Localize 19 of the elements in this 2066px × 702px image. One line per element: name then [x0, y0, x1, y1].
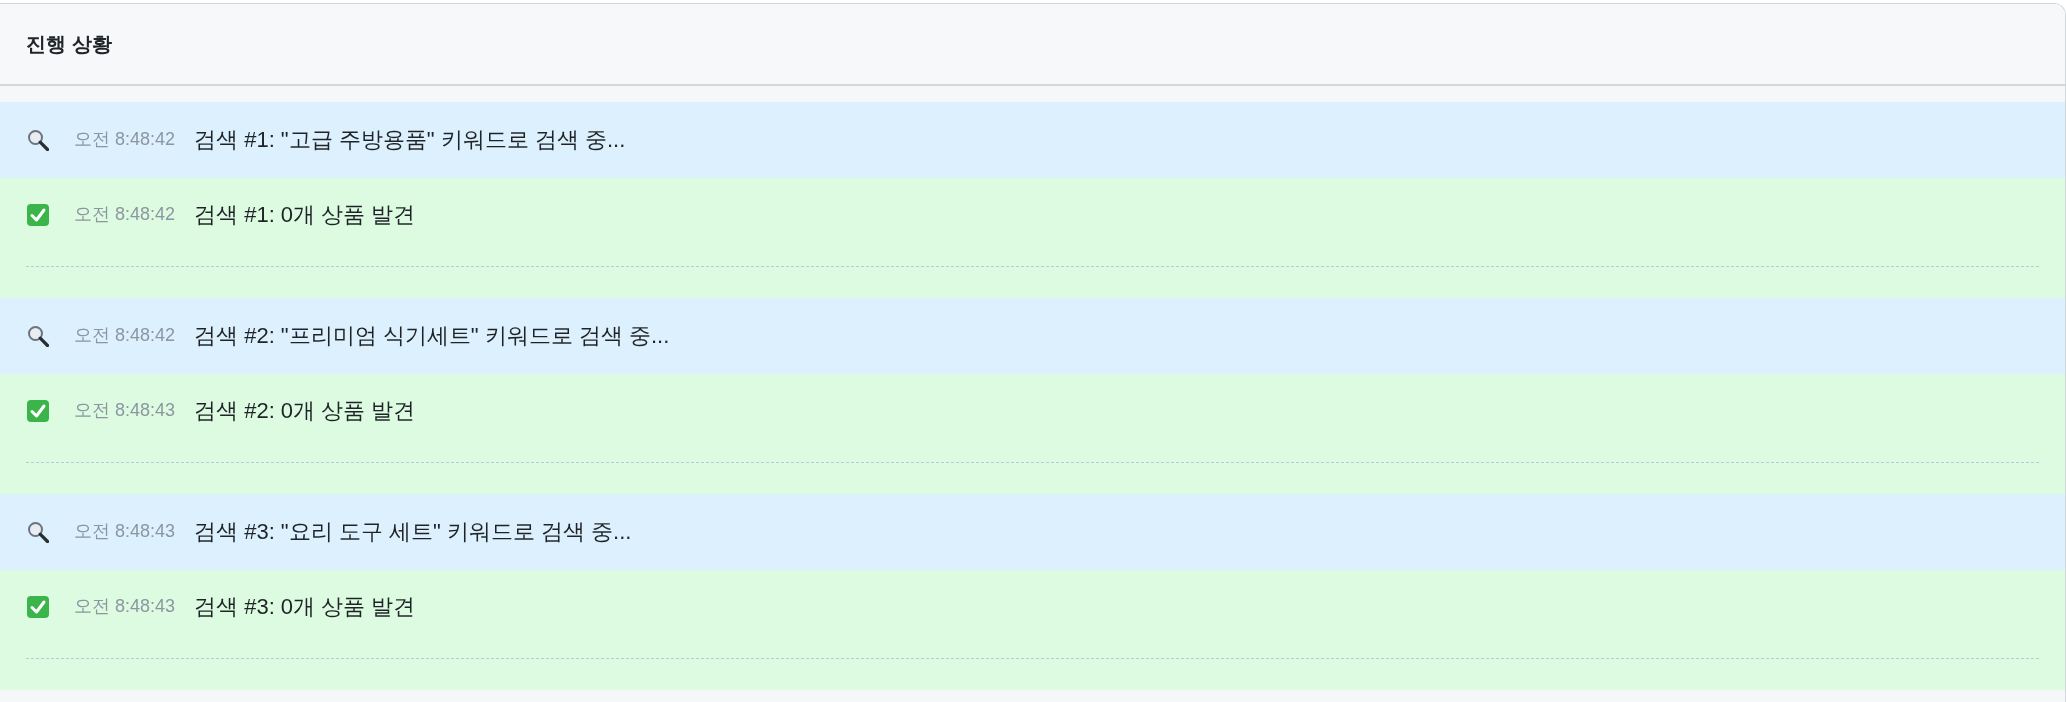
log-message: 검색 #1: "고급 주방용품" 키워드로 검색 중...	[194, 126, 626, 154]
log-message: 검색 #3: "요리 도구 세트" 키워드로 검색 중...	[194, 518, 632, 546]
search-icon	[27, 129, 49, 151]
log-message: 검색 #1: 0개 상품 발견	[194, 201, 416, 229]
timestamp: 오전 8:48:43	[74, 399, 176, 422]
check-icon	[27, 400, 49, 422]
timestamp: 오전 8:48:42	[74, 128, 176, 151]
log-message: 검색 #2: 0개 상품 발견	[194, 397, 416, 425]
timestamp: 오전 8:48:42	[74, 203, 176, 226]
search-icon	[27, 521, 49, 543]
log-message: 검색 #2: "프리미엄 식기세트" 키워드로 검색 중...	[194, 322, 670, 350]
timestamp: 오전 8:48:42	[74, 324, 176, 347]
log-message: 검색 #3: 0개 상품 발견	[194, 593, 416, 621]
search-icon	[27, 325, 49, 347]
check-icon	[27, 596, 49, 618]
panel-title: 진행 상황	[26, 32, 112, 57]
timestamp: 오전 8:48:43	[74, 595, 176, 618]
timestamp: 오전 8:48:43	[74, 520, 176, 543]
check-icon	[27, 204, 49, 226]
